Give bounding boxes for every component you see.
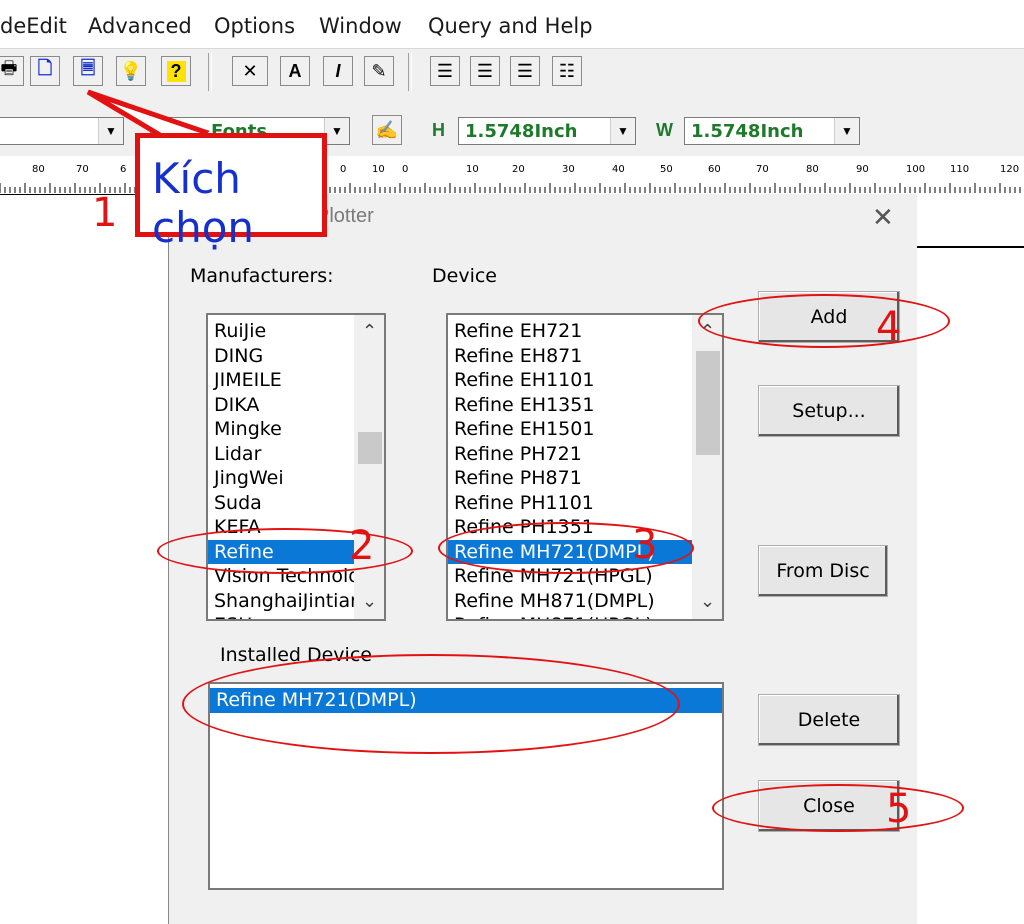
highlight-ellipse: [698, 294, 950, 348]
instruction-callout: Kích chọn: [135, 133, 327, 252]
step-number-5: 5: [886, 786, 912, 832]
highlight-ellipse: [157, 528, 413, 574]
highlight-ellipse: [712, 784, 964, 832]
step-number-1: 1: [92, 190, 118, 236]
step-number-3: 3: [632, 522, 658, 568]
step-number-4: 4: [876, 304, 902, 350]
step-number-2: 2: [349, 523, 375, 569]
highlight-ellipse: [182, 654, 680, 754]
callout-text: Kích chọn: [152, 154, 255, 252]
